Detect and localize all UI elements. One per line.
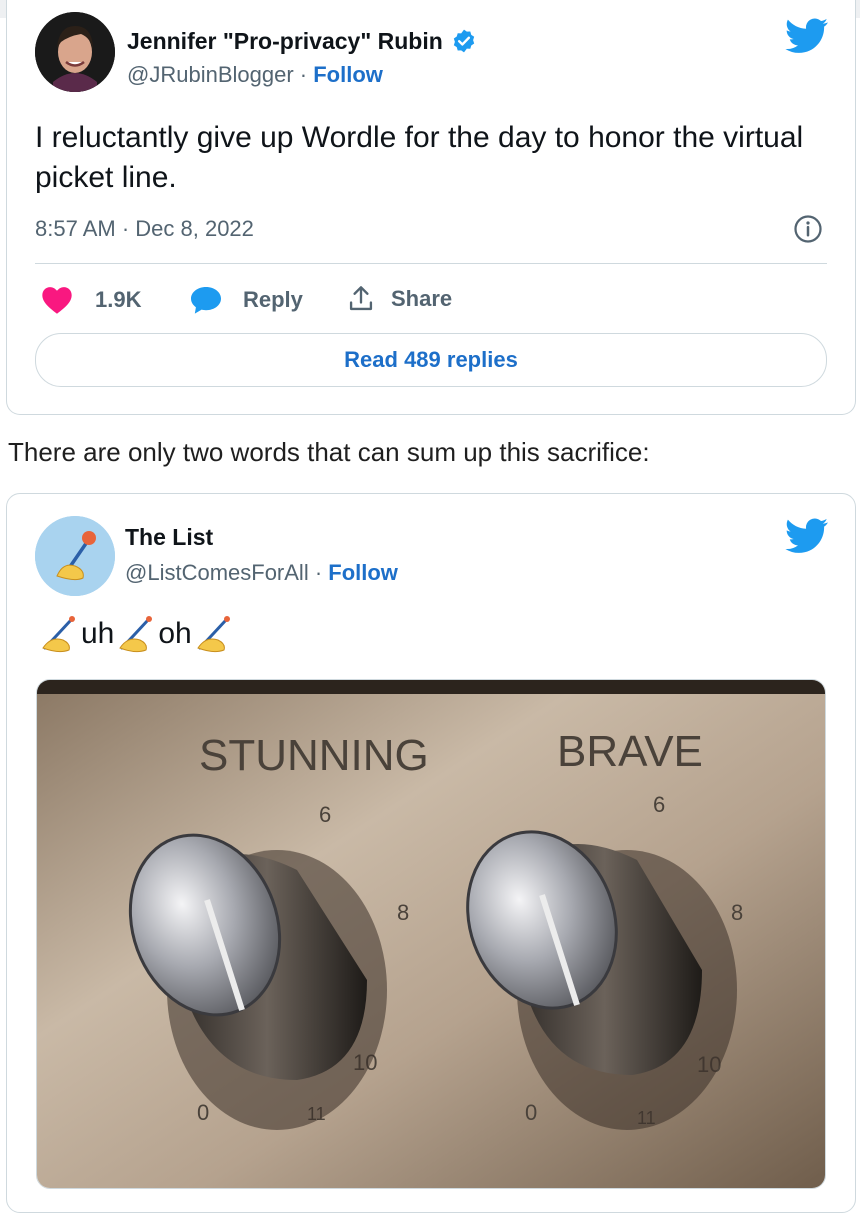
dial-number-8: 8	[397, 900, 409, 925]
tweet-word-1: uh	[81, 617, 115, 650]
verified-badge-icon	[453, 29, 475, 53]
dial-number-8-right: 8	[731, 900, 743, 925]
follow-link[interactable]: Follow	[313, 62, 383, 87]
stunning-label: STUNNING	[199, 731, 429, 780]
like-button[interactable]: 1.9K	[41, 285, 141, 315]
share-label: Share	[391, 286, 453, 311]
display-name[interactable]: Jennifer "Pro-privacy" Rubin	[127, 28, 477, 55]
handle-line: @ListComesForAll · Follow	[125, 560, 398, 586]
reply-button[interactable]: Reply	[189, 285, 303, 315]
avatar-portrait-icon	[35, 12, 115, 92]
tweet-media-image[interactable]: STUNNING BRAVE 6 8 10 0 11 6 8 10 0 11	[36, 679, 826, 1189]
reply-label: Reply	[243, 287, 303, 312]
display-name[interactable]: The List	[125, 524, 213, 551]
read-replies-button[interactable]: Read 489 replies	[35, 333, 827, 387]
dial-number-6-right: 6	[653, 792, 665, 817]
dial-number-0-right: 0	[525, 1100, 537, 1125]
avatar-thelist[interactable]	[35, 516, 115, 596]
like-count: 1.9K	[95, 287, 142, 312]
twitter-bird-icon[interactable]	[785, 18, 829, 54]
separator: ·	[293, 62, 314, 87]
tweet-word-2: oh	[158, 617, 192, 650]
tweet-timestamp[interactable]: 8:57 AM · Dec 8, 2022	[35, 216, 254, 242]
article-paragraph: There are only two words that can sum up…	[8, 437, 650, 467]
dial-number-6: 6	[319, 802, 331, 827]
tweet-text: uh oh	[37, 614, 236, 654]
share-button[interactable]: Share	[347, 285, 452, 313]
user-handle[interactable]: @JRubinBlogger	[127, 62, 294, 87]
twitter-bird-icon[interactable]	[785, 518, 829, 554]
writing-hand-emoji	[119, 616, 153, 653]
share-upload-icon	[349, 286, 373, 311]
embedded-tweet-jrubin: Jennifer "Pro-privacy" Rubin @JRubinBlog…	[6, 0, 856, 415]
writing-hand-emoji	[35, 516, 115, 596]
separator: ·	[308, 560, 329, 585]
display-name-text: Jennifer "Pro-privacy" Rubin	[127, 28, 443, 54]
heart-icon	[42, 287, 72, 314]
follow-link[interactable]: Follow	[328, 560, 398, 585]
tweet-divider	[35, 263, 827, 264]
avatar-jrubin[interactable]	[35, 12, 115, 92]
tweet-text: I reluctantly give up Wordle for the day…	[35, 121, 804, 194]
brave-label: BRAVE	[557, 727, 703, 776]
writing-hand-emoji	[196, 616, 230, 653]
info-icon[interactable]	[793, 214, 823, 244]
handle-line: @JRubinBlogger · Follow	[127, 62, 383, 88]
dial-number-0: 0	[197, 1100, 209, 1125]
amplifier-knobs-image: STUNNING BRAVE 6 8 10 0 11 6 8 10 0 11	[37, 680, 825, 1188]
writing-hand-emoji	[42, 616, 75, 653]
user-handle[interactable]: @ListComesForAll	[125, 560, 309, 585]
speech-bubble-icon	[191, 287, 221, 314]
